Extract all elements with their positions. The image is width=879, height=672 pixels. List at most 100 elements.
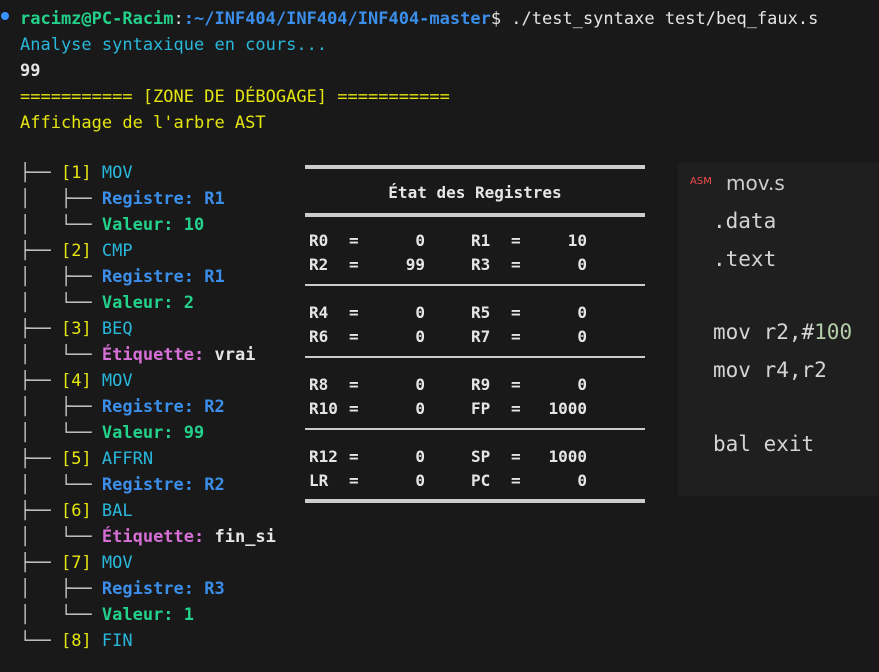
register-equals: = xyxy=(349,399,359,418)
register-name: R5 xyxy=(471,303,491,322)
register-name: R12 xyxy=(309,447,338,466)
register-value: 0 xyxy=(415,375,425,394)
child-key: Valeur: xyxy=(101,215,184,235)
register-equals: = xyxy=(511,399,521,418)
double-rule xyxy=(305,213,645,217)
code-line: .data xyxy=(713,209,777,233)
tree-branch: │ └── xyxy=(20,605,102,625)
tree-branch: │ └── xyxy=(20,423,102,443)
tree-child: │ ├── Registre: R3 xyxy=(20,579,225,599)
register-name: LR xyxy=(309,471,329,490)
tree-child: │ └── Valeur: 2 xyxy=(20,293,194,313)
output-99: 99 xyxy=(20,61,41,81)
register-value: 0 xyxy=(577,327,587,346)
register-name: R9 xyxy=(471,375,491,394)
register-value: 1000 xyxy=(548,447,587,466)
register-value: 1000 xyxy=(548,399,587,418)
register-equals: = xyxy=(511,303,521,322)
double-rule xyxy=(305,499,645,503)
register-value: 99 xyxy=(405,255,425,274)
child-value: R1 xyxy=(204,189,225,209)
tree-branch: │ ├── xyxy=(20,267,102,287)
child-key: Valeur: xyxy=(101,423,184,443)
node-op: CMP xyxy=(101,241,133,261)
tree-child: │ └── Registre: R2 xyxy=(20,475,225,495)
register-name: R1 xyxy=(471,231,491,250)
prompt-user: racimz@PC-Racim xyxy=(20,9,174,29)
node-op: FIN xyxy=(101,631,133,651)
node-space xyxy=(92,241,102,261)
asm-file-icon: ASM xyxy=(690,176,712,187)
node-op: MOV xyxy=(101,163,133,183)
child-value: 10 xyxy=(183,215,205,235)
tree-child: │ └── Étiquette: vrai xyxy=(20,345,255,365)
tree-branch: │ ├── xyxy=(20,397,102,417)
prompt-command: $ ./test_syntaxe test/beq_faux.s xyxy=(490,9,819,29)
node-index: [3] xyxy=(60,319,92,339)
tree-child: │ ├── Registre: R1 xyxy=(20,189,225,209)
prompt-path: :~/INF404/INF404/INF404-master xyxy=(183,9,491,29)
code-line: bal exit xyxy=(713,432,815,456)
register-equals: = xyxy=(349,255,359,274)
child-value: R3 xyxy=(204,579,225,599)
tree-branch: │ └── xyxy=(20,475,102,495)
tree-branch: ├── xyxy=(20,319,61,339)
tree-child: │ └── Étiquette: fin_si xyxy=(20,527,276,547)
register-value: 0 xyxy=(415,303,425,322)
tree-child: │ ├── Registre: R1 xyxy=(20,267,225,287)
node-space xyxy=(92,449,102,469)
code-line: mov r2,#100 xyxy=(713,320,852,344)
node-index: [6] xyxy=(60,501,92,521)
register-equals: = xyxy=(511,327,521,346)
child-key: Registre: xyxy=(101,397,205,417)
status-dot xyxy=(1,12,9,20)
child-key: Registre: xyxy=(101,267,205,287)
node-op: MOV xyxy=(101,371,133,391)
register-equals: = xyxy=(511,375,521,394)
register-name: R10 xyxy=(309,399,338,418)
register-name: R2 xyxy=(309,255,329,274)
editor-tab-filename[interactable]: mov.s xyxy=(726,171,785,195)
child-key: Étiquette: xyxy=(101,345,215,365)
register-name: SP xyxy=(471,447,491,466)
child-value: fin_si xyxy=(214,527,276,547)
tree-branch: ├── xyxy=(20,163,61,183)
node-space xyxy=(92,163,102,183)
register-name: PC xyxy=(471,471,491,490)
single-rule xyxy=(305,428,645,430)
register-value: 0 xyxy=(577,303,587,322)
node-space xyxy=(92,631,102,651)
register-equals: = xyxy=(349,447,359,466)
analyse-line: Analyse syntaxique en cours... xyxy=(20,35,328,55)
ast-title: Affichage de l'arbre AST xyxy=(20,113,266,133)
register-name: R7 xyxy=(471,327,491,346)
tree-child: │ └── Valeur: 10 xyxy=(20,215,204,235)
node-space xyxy=(92,371,102,391)
debug-header: =========== [ZONE DE DÉBOGAGE] =========… xyxy=(20,87,450,107)
node-op: BEQ xyxy=(101,319,133,339)
child-value: R2 xyxy=(204,397,225,417)
register-value: 10 xyxy=(567,231,587,250)
child-value: 2 xyxy=(183,293,195,313)
tree-branch: ├── xyxy=(20,449,61,469)
tree-node: ├── [5] AFFRN xyxy=(20,449,153,469)
register-equals: = xyxy=(349,231,359,250)
prompt-sep: : xyxy=(173,9,184,29)
node-index: [4] xyxy=(60,371,92,391)
tree-node: ├── [3] BEQ xyxy=(20,319,133,339)
prompt-line: racimz@PC-Racim::~/INF404/INF404/INF404-… xyxy=(20,9,818,29)
tree-branch: │ └── xyxy=(20,293,102,313)
tree-node: ├── [4] MOV xyxy=(20,371,133,391)
tree-child: │ └── Valeur: 99 xyxy=(20,423,204,443)
code-line: mov r4,r2 xyxy=(713,358,827,382)
register-value: 0 xyxy=(577,255,587,274)
node-space xyxy=(92,553,102,573)
register-name: R6 xyxy=(309,327,329,346)
node-space xyxy=(92,501,102,521)
code-line: .text xyxy=(713,247,777,271)
register-title: État des Registres xyxy=(388,183,562,202)
register-value: 0 xyxy=(415,231,425,250)
child-key: Registre: xyxy=(101,475,205,495)
register-equals: = xyxy=(511,255,521,274)
tree-branch: └── xyxy=(20,631,61,651)
